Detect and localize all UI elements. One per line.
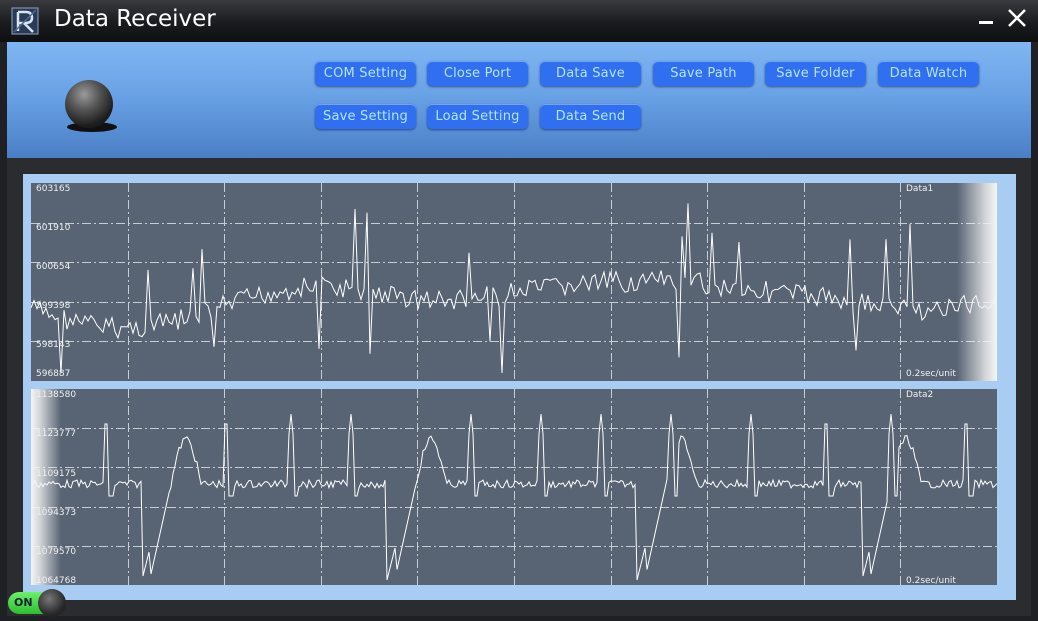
data2-ytick-label: 1109175 (36, 469, 77, 479)
toggle-label: ON (14, 596, 33, 609)
data2-ytick-label: 1079570 (36, 547, 77, 557)
data2-plot: 1138580 1123777 1109175 1094373 1079570 … (31, 389, 997, 585)
close-port-button[interactable]: Close Port (427, 61, 528, 86)
data1-plot: 603165 601910 600654 599398 598143 59688… (31, 183, 997, 381)
data2-ytick-label: 1123777 (36, 429, 77, 439)
chart-panel: 603165 601910 600654 599398 598143 59688… (23, 174, 1016, 600)
data-watch-button[interactable]: Data Watch (878, 61, 979, 86)
window-title: Data Receiver (54, 6, 216, 32)
data2-ytick-label: 1138580 (36, 390, 77, 400)
data1-series-label: Data1 (906, 184, 934, 194)
data2-grid (31, 389, 997, 585)
data2-ytick-label: 1094373 (36, 508, 77, 518)
content-area: 603165 601910 600654 599398 598143 59688… (7, 158, 1031, 616)
com-setting-button[interactable]: COM Setting (315, 61, 416, 86)
title-bar: Data Receiver (0, 0, 1038, 42)
close-icon[interactable] (1004, 6, 1030, 32)
data1-ytick-label: 596887 (36, 369, 71, 379)
data1-ytick-label: 601910 (36, 223, 71, 233)
data1-unit-label: 0.2sec/unit (906, 369, 956, 379)
data1-ytick-label: 600654 (36, 262, 71, 272)
data2-unit-label: 0.2sec/unit (906, 576, 956, 585)
data2-trace-svg (31, 389, 997, 585)
minimize-icon[interactable] (975, 6, 1001, 32)
data1-ytick-label: 603165 (36, 184, 71, 194)
data1-ytick-label: 599398 (36, 301, 71, 311)
save-setting-button[interactable]: Save Setting (315, 104, 416, 129)
data2-ytick-label: 1064768 (36, 576, 77, 585)
data1-fade-edge (957, 183, 997, 381)
data-send-button[interactable]: Data Send (540, 104, 641, 129)
toggle-knob (38, 589, 66, 617)
status-indicator (65, 80, 113, 128)
data2-series-label: Data2 (906, 390, 934, 400)
toolbar: COM Setting Close Port Data Save Save Pa… (7, 42, 1031, 158)
load-setting-button[interactable]: Load Setting (427, 104, 528, 129)
save-folder-button[interactable]: Save Folder (765, 61, 866, 86)
data1-trace-svg (31, 183, 997, 381)
data1-ytick-label: 598143 (36, 340, 71, 350)
power-toggle[interactable]: ON (8, 589, 66, 617)
save-path-button[interactable]: Save Path (653, 61, 754, 86)
app-logo-icon (11, 7, 39, 35)
data-save-button[interactable]: Data Save (540, 61, 641, 86)
